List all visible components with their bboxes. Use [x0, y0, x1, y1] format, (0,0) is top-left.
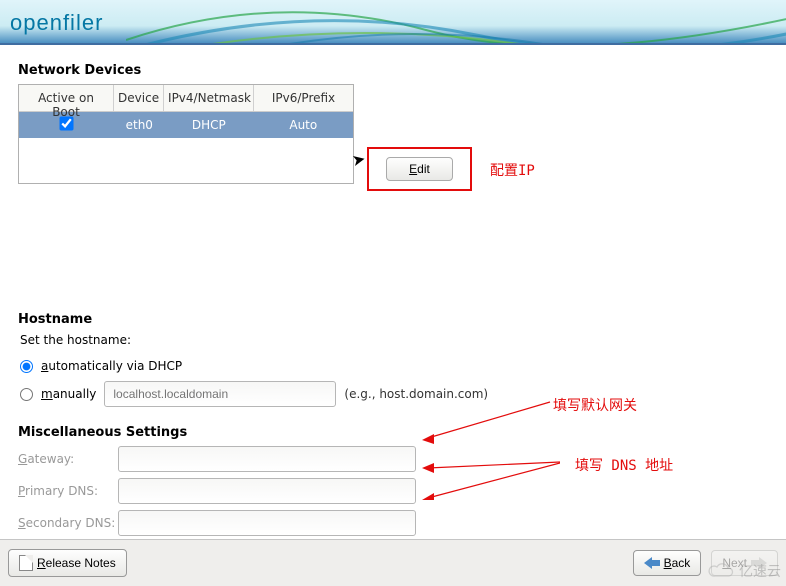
primary-dns-input[interactable]: [118, 478, 416, 504]
release-mnemonic: R: [37, 556, 46, 570]
hostname-manual-radio-row[interactable]: manually (e.g., host.domain.com): [20, 381, 768, 407]
misc-title: Miscellaneous Settings: [18, 425, 768, 440]
document-icon: [19, 555, 33, 571]
header-banner: openfiler: [0, 0, 786, 45]
gateway-mnemonic: G: [18, 452, 27, 466]
cloud-icon: [707, 562, 737, 580]
secondary-dns-row: Secondary DNS:: [18, 510, 768, 536]
edit-button-highlight: Edit: [367, 147, 472, 191]
gateway-label: Gateway:: [18, 452, 118, 466]
active-on-boot-checkbox[interactable]: [60, 116, 74, 130]
hostname-auto-radio-row[interactable]: automatically via DHCP: [20, 359, 768, 373]
secondary-mnemonic: S: [18, 516, 26, 530]
gateway-row: Gateway:: [18, 446, 768, 472]
edit-rest: dit: [417, 162, 430, 176]
back-arrow-icon: [644, 557, 660, 569]
gateway-input[interactable]: [118, 446, 416, 472]
hostname-auto-radio[interactable]: [20, 360, 33, 373]
col-device[interactable]: Device: [114, 85, 164, 111]
primary-dns-label: Primary DNS:: [18, 484, 118, 498]
secondary-dns-label: Secondary DNS:: [18, 516, 118, 530]
back-button[interactable]: Back: [633, 550, 702, 576]
edit-mnemonic: E: [409, 162, 417, 176]
device-table-header: Active on Boot Device IPv4/Netmask IPv6/…: [19, 85, 353, 112]
col-ipv6-prefix[interactable]: IPv6/Prefix: [254, 85, 353, 111]
hostname-instruction: Set the hostname:: [20, 333, 768, 347]
decorative-waves: [126, 0, 786, 45]
hostname-manual-radio[interactable]: [20, 388, 33, 401]
ipv4-cell: DHCP: [164, 118, 253, 132]
watermark: 亿速云: [707, 561, 781, 581]
secondary-dns-input[interactable]: [118, 510, 416, 536]
active-checkbox-cell: [19, 117, 114, 133]
hostname-manual-label: manually: [41, 387, 96, 401]
col-active-on-boot[interactable]: Active on Boot: [19, 85, 114, 111]
table-row[interactable]: eth0 DHCP Auto: [19, 112, 353, 138]
hostname-title: Hostname: [18, 312, 768, 327]
edit-annotation: 配置IP: [490, 160, 535, 180]
manual-mnemonic: m: [41, 387, 53, 401]
watermark-text: 亿速云: [739, 561, 781, 581]
hostname-auto-label: automatically via DHCP: [41, 359, 182, 373]
ipv6-cell: Auto: [254, 118, 353, 132]
primary-dns-row: Primary DNS:: [18, 478, 768, 504]
hostname-input[interactable]: [104, 381, 336, 407]
release-notes-button[interactable]: Release Notes: [8, 549, 127, 577]
edit-button[interactable]: Edit: [386, 157, 453, 181]
primary-mnemonic: P: [18, 484, 25, 498]
device-table: Active on Boot Device IPv4/Netmask IPv6/…: [18, 84, 354, 184]
col-ipv4-netmask[interactable]: IPv4/Netmask: [164, 85, 254, 111]
device-cell: eth0: [114, 118, 164, 132]
logo-text: openfiler: [10, 10, 103, 36]
hostname-example: (e.g., host.domain.com): [344, 387, 488, 401]
back-mnemonic: B: [664, 556, 672, 570]
footer-bar: Release Notes Back Next: [0, 539, 786, 586]
network-devices-title: Network Devices: [18, 63, 768, 78]
